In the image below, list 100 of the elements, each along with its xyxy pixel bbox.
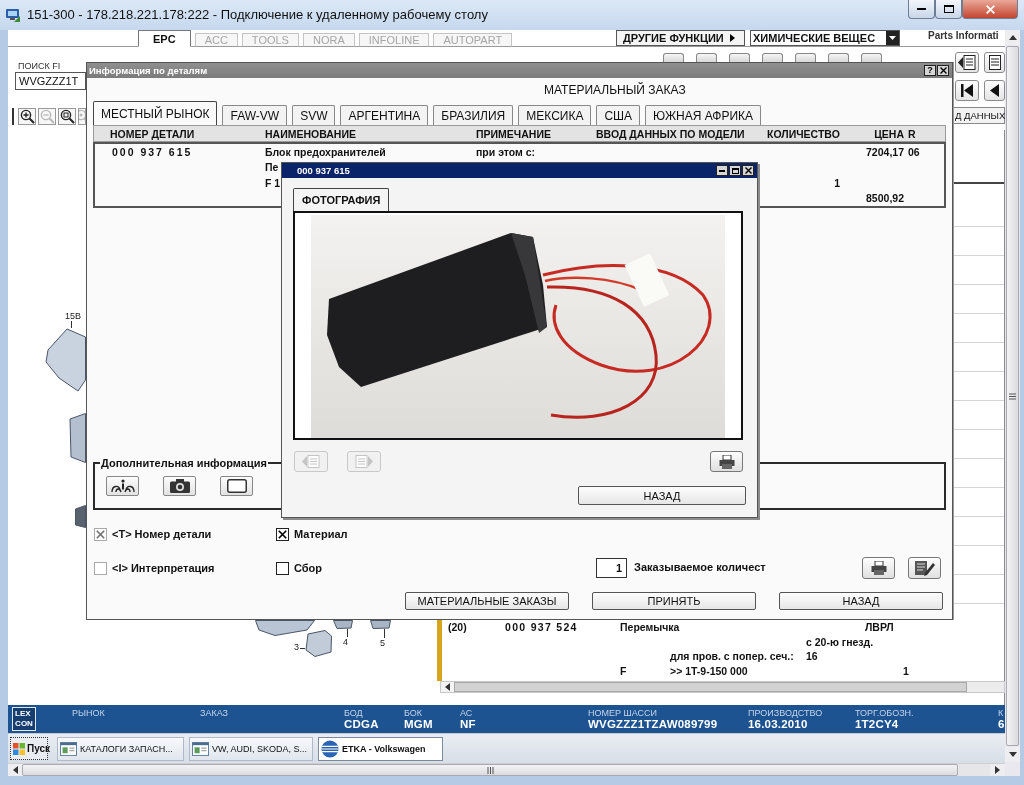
scroll-down-button[interactable] [1005,747,1020,762]
taskbar-button[interactable]: КАТАЛОГИ ЗАПАСН... [57,736,184,761]
table-cell: при этом с: [476,145,536,158]
photo-tab[interactable]: ФОТОГРАФИЯ [293,188,390,211]
column-header: НАИМЕНОВАНИЕ [265,127,356,140]
column-header: НОМЕР ДЕТАЛИ [110,127,195,140]
toolbar-button[interactable] [955,52,979,73]
minimize-button[interactable] [716,165,728,176]
zoom-area-icon [59,109,75,124]
scroll-up-button[interactable] [1005,30,1020,45]
field-value: NF [460,718,477,731]
market-tab[interactable]: МЕКСИКА [518,105,592,125]
close-button[interactable] [742,165,754,176]
menu-button[interactable]: ДРУГИЕ ФУНКЦИИ [616,30,745,46]
first-page-button[interactable] [955,80,979,101]
edit-button[interactable] [908,557,941,579]
market-tab[interactable]: БРАЗИЛИЯ [433,105,514,125]
accept-button[interactable]: ПРИНЯТЬ [592,592,756,610]
camera-button[interactable] [163,476,196,496]
minimize-button[interactable] [908,0,935,19]
field-label: БОК [404,708,424,718]
dropdown-select[interactable]: ХИМИЧЕСКИЕ ВЕЩЕС [750,30,900,46]
window-title: Информация по деталям [89,64,208,77]
scroll-right-button[interactable] [990,764,1005,776]
info-button[interactable] [106,476,139,496]
window-title: 151-300 - 178.218.221.178:222 - Подключение к удаленному рабочему столу [27,7,488,22]
checkbox[interactable] [276,561,289,575]
table-cell: F 1 [265,176,281,189]
scrollbar[interactable] [440,681,1005,693]
help-button[interactable]: ? [924,65,936,76]
table-cell-text: 1 [834,176,841,189]
maximize-button[interactable] [935,0,962,19]
header-text: Parts Informati [928,30,1000,41]
part-illustration [370,620,391,629]
field-value: 1T2CY4 [855,718,900,731]
market-tab[interactable]: США [596,105,641,125]
checkbox-label: <I> Интерпретация [112,561,215,575]
scroll-thumb[interactable] [454,682,967,692]
list-cell: 1 [903,663,909,678]
leader-line [384,629,385,638]
market-tab[interactable]: SVW [292,105,336,125]
part-illustration [45,328,86,392]
search-field[interactable]: WVGZZZ1T [15,72,86,90]
page-left-icon [302,455,320,468]
back-button[interactable]: НАЗАД [779,592,943,610]
market-tab[interactable]: FAW-VW [222,105,288,125]
leader-line [71,321,72,328]
market-tab[interactable]: МЕСТНЫЙ РЫНОК [93,101,218,125]
list-cell: 000 937 524 [505,620,578,635]
table-cell: Блок предохранителей [265,145,386,158]
callout-label: 4 [343,637,348,647]
market-tab[interactable]: ЮЖНАЯ АФРИКА [645,105,762,125]
orders-button[interactable]: МАТЕРИАЛЬНЫЕ ЗАКАЗЫ [405,592,569,610]
market-tab[interactable]: АРГЕНТИНА [340,105,429,125]
grip-icon [486,766,494,774]
toolbar-button[interactable] [984,52,1005,73]
zoom-in-icon [19,109,35,124]
close-icon [985,4,995,14]
quantity-field[interactable]: 1 [596,558,627,578]
back-button[interactable]: НАЗАД [578,486,746,505]
start-button[interactable]: Пуск [10,737,48,760]
part-illustration [75,505,86,528]
previous-button[interactable] [984,80,1005,101]
window-title: 000 937 615 [297,164,350,177]
close-button[interactable] [937,65,949,76]
flag-logo-icon [13,742,25,755]
camera-icon [169,479,190,493]
callout-label: 3 [294,642,299,652]
field-label: РЫНОК [72,708,106,718]
field-label: ПРОИЗВОДСТВО [748,708,824,718]
field-value: CDGA [344,718,380,731]
zoom-out-icon [39,109,55,124]
field-label: ТОРГ.ОБОЗН. [855,708,915,718]
minimize-icon [719,169,725,172]
module-tab[interactable]: EPC [138,30,191,47]
zoom-button[interactable] [18,108,36,125]
print-button[interactable] [710,451,743,472]
taskbar-button[interactable]: ETKA - Volkswagen [318,736,443,761]
caret-icon [729,34,735,42]
side-button[interactable]: Д ДАННЫХ [953,107,1005,124]
list-cell: для пров. с попер. сеч.: [670,649,794,664]
edit-icon [913,560,936,576]
print-button[interactable] [862,557,895,579]
list-cell: 16 [806,649,818,664]
column-header: ЦЕНА [874,127,905,140]
list-cell: (20) [448,620,467,635]
field-label: НОМЕР ШАССИ [588,708,659,718]
taskbar-button[interactable]: VW, AUDI, SKODA, S... [189,736,313,761]
zoom-button[interactable] [58,108,76,125]
checkbox[interactable] [276,527,289,541]
scroll-thumb[interactable] [1006,46,1019,746]
leader-line [347,629,348,637]
scroll-left-button[interactable] [8,764,22,776]
document-icon [988,55,1001,70]
arrow-up-icon [1008,35,1017,40]
part-illustration [69,413,86,463]
column-header: ВВОД ДАННЫХ ПО МОДЕЛИ [596,127,745,140]
maximize-button[interactable] [729,165,741,176]
search-label: ПОИСК FI [18,61,62,72]
frame-button[interactable] [220,476,253,496]
